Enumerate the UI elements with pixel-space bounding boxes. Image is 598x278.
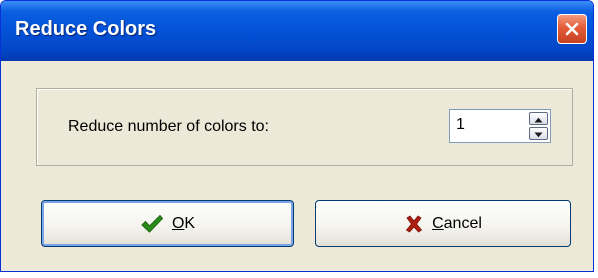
title-bar[interactable]: Reduce Colors xyxy=(1,1,593,61)
ok-label: OK xyxy=(171,214,196,232)
decrement-button[interactable] xyxy=(529,127,548,140)
color-count-input[interactable]: 1 xyxy=(456,116,465,134)
color-count-label: Reduce number of colors to: xyxy=(68,118,269,135)
checkmark-icon xyxy=(140,213,164,235)
close-button[interactable] xyxy=(557,14,587,44)
cancel-label: Cancel xyxy=(432,214,482,232)
dialog-title: Reduce Colors xyxy=(15,18,157,40)
increment-button[interactable] xyxy=(529,112,548,125)
ok-button[interactable]: OK xyxy=(41,200,294,247)
x-icon xyxy=(404,214,424,234)
chevron-down-icon xyxy=(534,125,543,143)
stepper-buttons xyxy=(529,112,548,140)
settings-group: Reduce number of colors to: 1 xyxy=(36,88,573,166)
close-icon xyxy=(564,21,580,37)
dialog-body: Reduce number of colors to: 1 OK Cancel xyxy=(1,61,593,271)
reduce-colors-dialog: Reduce Colors Reduce number of colors to… xyxy=(0,0,594,272)
color-count-stepper[interactable]: 1 xyxy=(449,109,551,143)
cancel-button[interactable]: Cancel xyxy=(315,200,571,247)
